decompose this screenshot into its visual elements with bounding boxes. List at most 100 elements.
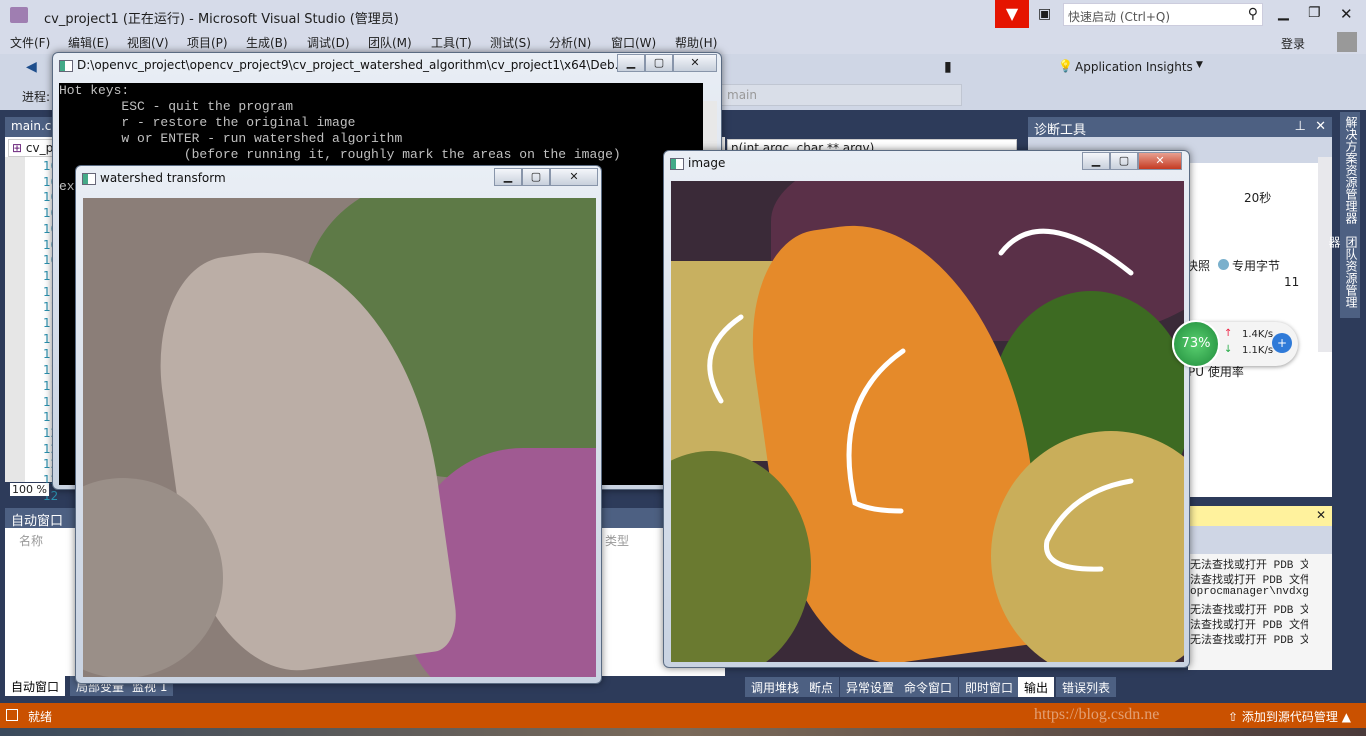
network-widget[interactable]: 73% ↑ 1.4K/s ↓ 1.1K/s +: [1172, 320, 1298, 368]
menu-debug[interactable]: 调试(D): [307, 34, 350, 51]
title-bar: cv_project1 (正在运行) - Microsoft Visual St…: [0, 0, 1366, 30]
watershed-window[interactable]: watershed transform ▁ ▢ ✕: [75, 165, 602, 684]
legend-dot-icon: [1218, 259, 1229, 270]
tab-bottom-0[interactable]: 调用堆栈: [745, 677, 806, 697]
back-icon[interactable]: ◀: [26, 59, 37, 75]
taskbar: [0, 728, 1366, 736]
column-name[interactable]: 名称: [19, 532, 43, 549]
minimize-button[interactable]: ▁: [494, 168, 522, 186]
menu-view[interactable]: 视图(V): [127, 34, 169, 51]
source-image[interactable]: [671, 181, 1184, 662]
tab-bottom-5[interactable]: 输出: [1018, 677, 1055, 697]
close-button[interactable]: ✕: [1138, 152, 1182, 170]
maximize-button[interactable]: ▢: [522, 168, 550, 186]
autos-title: 自动窗口: [11, 514, 64, 529]
console-line: w or ENTER - run watershed algorithm: [59, 131, 403, 146]
restore-button[interactable]: ❐: [1308, 5, 1321, 21]
menu-test[interactable]: 测试(S): [490, 34, 531, 51]
console-line: r - restore the original image: [59, 115, 356, 130]
close-button[interactable]: ✕: [550, 168, 598, 186]
chevron-down-icon[interactable]: ▼: [1196, 60, 1203, 70]
minimize-button[interactable]: ▁: [1278, 5, 1289, 21]
pin-icon[interactable]: ⊥: [1295, 119, 1306, 134]
menu-window[interactable]: 窗口(W): [611, 34, 656, 51]
function-combo-value: main: [727, 88, 757, 102]
signin-link[interactable]: 登录: [1281, 35, 1305, 52]
marker-strokes: [707, 228, 1134, 572]
output-line: 无法查找或打开 PDB 文件: [1190, 635, 1308, 647]
image-window[interactable]: image ▁ ▢ ✕: [663, 150, 1190, 668]
download-icon: ↓: [1224, 344, 1233, 355]
maximize-button[interactable]: ▢: [645, 54, 673, 72]
notification-icon[interactable]: ▣: [1038, 6, 1051, 22]
source-control-button[interactable]: ⇧ 添加到源代码管理 ▲: [1228, 708, 1351, 725]
menu-project[interactable]: 项目(P): [187, 34, 228, 51]
watermark: https://blog.csdn.ne: [1034, 706, 1160, 723]
avatar[interactable]: [1337, 32, 1357, 52]
console-title: D:\openvc_project\opencv_project9\cv_pro…: [77, 58, 627, 72]
minimize-button[interactable]: ▁: [617, 54, 645, 72]
app-insights-button[interactable]: Application Insights: [1075, 60, 1193, 74]
scope-value: cv_p: [25, 141, 54, 155]
plus-icon[interactable]: +: [1272, 333, 1292, 353]
status-bar: 就绪 https://blog.csdn.ne ⇧ 添加到源代码管理 ▲: [0, 703, 1366, 728]
tab-bottom-2[interactable]: 异常设置: [840, 677, 901, 697]
upload-speed: 1.4K/s: [1242, 329, 1274, 340]
output-line: 法查找或打开 PDB 文件: [1190, 620, 1308, 632]
menu-file[interactable]: 文件(F): [10, 34, 50, 51]
output-line: 法查找或打开 PDB 文件: [1190, 575, 1308, 587]
window-icon: [82, 173, 96, 185]
close-button[interactable]: ✕: [1340, 5, 1353, 23]
bookmark-icon[interactable]: ▮: [944, 59, 952, 75]
close-icon[interactable]: ✕: [1316, 508, 1326, 522]
output-line: oprocmanager\nvdxgiwr: [1190, 586, 1308, 598]
menu-build[interactable]: 生成(B): [246, 34, 288, 51]
status-text: 就绪: [28, 710, 53, 724]
app-insights-icon[interactable]: 💡: [1058, 59, 1073, 73]
menu-tools[interactable]: 工具(T): [431, 34, 472, 51]
function-combo[interactable]: main: [720, 84, 962, 106]
quick-launch-placeholder: 快速启动 (Ctrl+Q): [1068, 10, 1171, 24]
menu-bar: 文件(F) 编辑(E) 视图(V) 项目(P) 生成(B) 调试(D) 团队(M…: [0, 30, 1366, 54]
upload-icon: ↑: [1224, 328, 1233, 339]
gutter: [5, 157, 25, 482]
tab-bottom-6[interactable]: 错误列表: [1056, 677, 1117, 697]
tab-bottom-4[interactable]: 即时窗口: [959, 677, 1020, 697]
diagnostics-header: 诊断工具 ✕ ⊥: [1028, 117, 1332, 138]
feedback-icon[interactable]: ▼: [995, 0, 1029, 28]
process-label: 进程:: [22, 90, 51, 104]
search-icon: ⚲: [1247, 6, 1258, 22]
tab-bottom-1[interactable]: 断点: [803, 677, 840, 697]
source-control-label: 添加到源代码管理: [1241, 710, 1338, 724]
console-icon: [59, 60, 73, 72]
tab-autos[interactable]: 自动窗口: [5, 676, 66, 696]
minimize-button[interactable]: ▁: [1082, 152, 1110, 170]
close-icon[interactable]: ✕: [1315, 119, 1326, 134]
menu-analyze[interactable]: 分析(N): [549, 34, 591, 51]
scrollbar[interactable]: [1318, 157, 1332, 352]
menu-help[interactable]: 帮助(H): [675, 34, 717, 51]
menu-team[interactable]: 团队(M): [368, 34, 412, 51]
console-line: (before running it, roughly mark the are…: [59, 147, 621, 162]
menu-edit[interactable]: 编辑(E): [68, 34, 109, 51]
maximize-button[interactable]: ▢: [1110, 152, 1138, 170]
tab-bottom-3[interactable]: 命令窗口: [898, 677, 959, 697]
vs-logo-icon: [10, 7, 28, 23]
close-button[interactable]: ✕: [673, 54, 717, 72]
column-type[interactable]: 类型: [605, 532, 629, 549]
zoom-level[interactable]: 100 %: [10, 483, 49, 496]
output-line: 无法查找或打开 PDB 文件: [1190, 605, 1308, 617]
scope-icon: ⊞: [12, 141, 23, 155]
legend-private: 专用字节: [1232, 259, 1281, 273]
memory-value: 11: [1284, 275, 1300, 289]
download-speed: 1.1K/s: [1242, 345, 1274, 356]
image-title: image: [688, 156, 726, 170]
status-icon: [6, 709, 18, 721]
output-line: 无法查找或打开 PDB 文件: [1190, 560, 1308, 572]
side-tab-team-explorer[interactable]: 团队资源管理器: [1327, 232, 1360, 318]
watershed-title: watershed transform: [100, 171, 226, 185]
output-header: ✕: [1188, 506, 1332, 526]
diagnostics-title: 诊断工具: [1034, 123, 1087, 138]
quick-launch-input[interactable]: 快速启动 (Ctrl+Q) ⚲: [1063, 3, 1263, 26]
watershed-image[interactable]: [83, 198, 596, 677]
